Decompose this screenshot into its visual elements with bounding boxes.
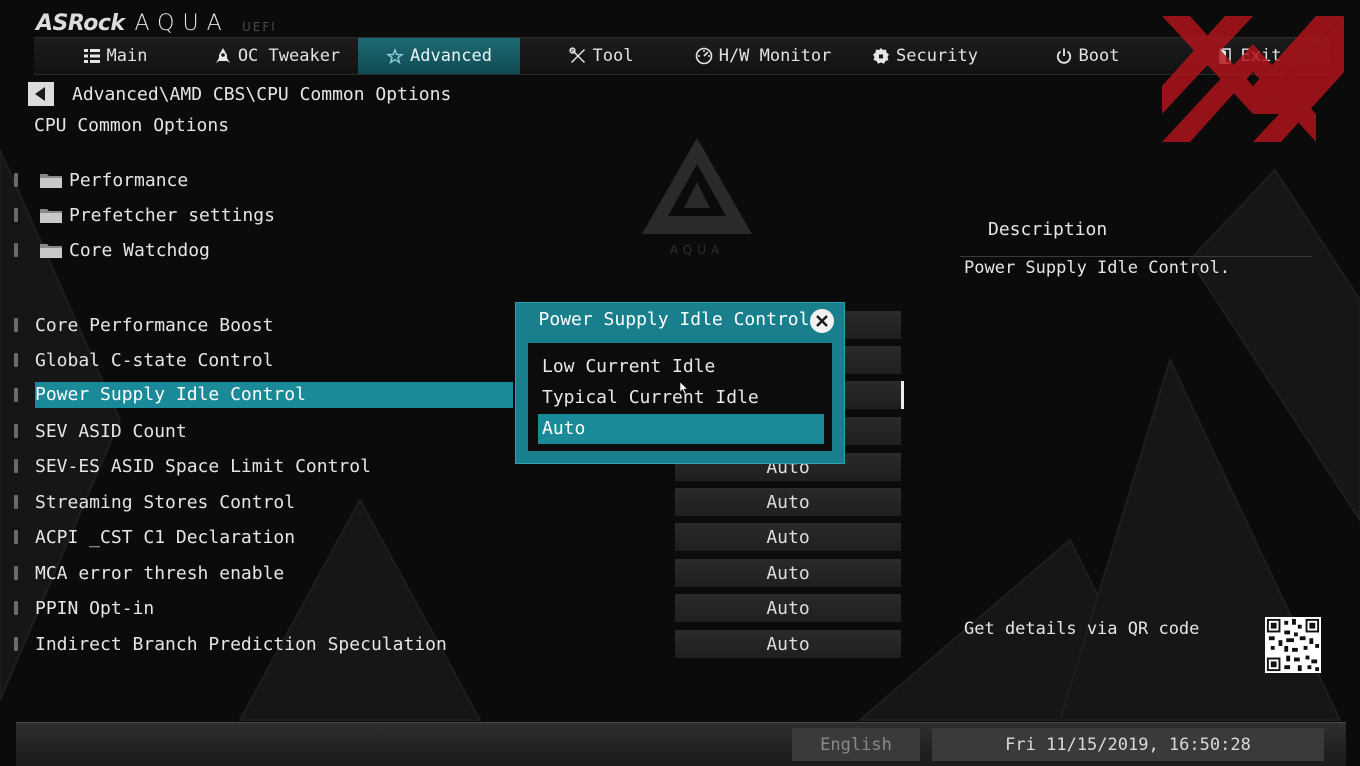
setting-label: Power Supply Idle Control xyxy=(35,382,513,408)
popup-option-list: Low Current Idle Typical Current Idle Au… xyxy=(528,343,832,451)
submenu-label: Prefetcher settings xyxy=(69,204,275,226)
setting-label: SEV ASID Count xyxy=(35,420,187,442)
description-text: Power Supply Idle Control. xyxy=(964,258,1231,278)
tab-boot[interactable]: Boot xyxy=(1006,38,1168,74)
row-marker xyxy=(14,173,18,187)
tab-boot-label: Boot xyxy=(1078,46,1120,66)
description-heading: Description xyxy=(988,219,1108,240)
tab-advanced-label: Advanced xyxy=(410,46,492,66)
row-marker xyxy=(14,388,18,402)
submenu-prefetcher-settings[interactable]: Prefetcher settings xyxy=(14,202,514,228)
list-icon xyxy=(83,49,100,63)
submenu-core-watchdog[interactable]: Core Watchdog xyxy=(14,237,514,263)
back-button[interactable] xyxy=(28,82,54,106)
setting-label: Indirect Branch Prediction Speculation xyxy=(35,633,447,655)
row-marker xyxy=(14,530,18,544)
setting-power-supply-idle-control[interactable]: Power Supply Idle Control xyxy=(14,382,514,408)
row-marker xyxy=(14,208,18,222)
row-marker xyxy=(14,243,18,257)
tab-security[interactable]: Security xyxy=(844,38,1006,74)
row-marker xyxy=(14,637,18,651)
tab-hw-monitor-label: H/W Monitor xyxy=(718,46,832,66)
row-marker xyxy=(14,495,18,509)
setting-label: Streaming Stores Control xyxy=(35,491,296,513)
arrow-left-icon xyxy=(35,87,45,101)
qr-code xyxy=(1265,617,1321,673)
xx-watermark-logo xyxy=(1162,16,1344,142)
tab-tool-label: Tool xyxy=(592,46,634,66)
star-icon xyxy=(386,48,405,65)
gauge-icon xyxy=(695,47,713,65)
submenu-label: Performance xyxy=(69,169,189,191)
submenu-label: Core Watchdog xyxy=(69,239,210,261)
rocket-icon xyxy=(215,48,230,63)
svg-text:AQUA: AQUA xyxy=(670,243,724,256)
folder-icon xyxy=(40,244,62,258)
row-marker xyxy=(14,601,18,615)
row-marker xyxy=(14,318,18,332)
tab-tool[interactable]: Tool xyxy=(520,38,682,74)
language-button[interactable]: English xyxy=(792,728,920,761)
tab-main-label: Main xyxy=(106,46,148,66)
row-marker xyxy=(14,424,18,438)
setting-label: SEV-ES ASID Space Limit Control xyxy=(35,455,371,477)
setting-sev-asid-count[interactable]: SEV ASID Count xyxy=(14,418,514,444)
tab-oc-tweaker[interactable]: OC Tweaker xyxy=(196,38,358,74)
setting-ppin-opt-in[interactable]: PPIN Opt-in xyxy=(14,595,514,621)
setting-sev-es-asid-space-limit-control[interactable]: SEV-ES ASID Space Limit Control xyxy=(14,453,514,479)
tab-advanced[interactable]: Advanced xyxy=(358,38,520,74)
row-marker xyxy=(14,566,18,580)
close-icon xyxy=(816,315,828,327)
setting-acpi-cst-c1-declaration[interactable]: ACPI _CST C1 Declaration xyxy=(14,524,514,550)
setting-global-c-state-control[interactable]: Global C-state Control xyxy=(14,347,514,373)
value-mca-error-thresh-enable[interactable]: Auto xyxy=(675,559,901,587)
qr-code-caption: Get details via QR code xyxy=(964,619,1200,639)
main-tab-bar: Main OC Tweaker Advanced Tool H/W Monito… xyxy=(34,37,1330,75)
asrock-logo: ASRock xyxy=(36,11,125,36)
brand-header: ASRock AQUA UEFI xyxy=(36,6,275,36)
popup-close-button[interactable] xyxy=(810,309,834,333)
option-low-current-idle[interactable]: Low Current Idle xyxy=(540,352,715,382)
shield-icon xyxy=(873,48,890,64)
date-time-display: Fri 11/15/2019, 16:50:28 xyxy=(932,728,1324,761)
setting-indirect-branch-prediction-speculation[interactable]: Indirect Branch Prediction Speculation xyxy=(14,631,514,657)
setting-label: Global C-state Control xyxy=(35,349,274,371)
row-marker xyxy=(14,459,18,473)
setting-label: Core Performance Boost xyxy=(35,314,274,336)
description-divider xyxy=(960,256,1312,257)
value-indirect-branch-prediction-speculation[interactable]: Auto xyxy=(675,630,901,658)
setting-label: PPIN Opt-in xyxy=(35,597,155,619)
page-title: CPU Common Options xyxy=(34,115,230,136)
tools-icon xyxy=(568,47,585,63)
uefi-label: UEFI xyxy=(242,20,277,34)
setting-core-performance-boost[interactable]: Core Performance Boost xyxy=(14,312,514,338)
submenu-performance[interactable]: Performance xyxy=(14,167,514,193)
setting-streaming-stores-control[interactable]: Streaming Stores Control xyxy=(14,489,514,515)
tab-oc-tweaker-label: OC Tweaker xyxy=(237,46,341,66)
setting-label: MCA error thresh enable xyxy=(35,562,285,584)
folder-icon xyxy=(40,209,62,223)
folder-icon xyxy=(40,174,62,188)
option-typical-current-idle[interactable]: Typical Current Idle xyxy=(540,383,759,413)
aqua-logo: AQUA xyxy=(134,11,230,36)
tab-security-label: Security xyxy=(896,46,978,66)
value-streaming-stores-control[interactable]: Auto xyxy=(675,488,901,516)
setting-label: ACPI _CST C1 Declaration xyxy=(35,526,296,548)
mouse-cursor-icon xyxy=(680,382,688,394)
power-icon xyxy=(1056,48,1071,64)
aqua-watermark-logo: AQUA xyxy=(642,138,752,256)
tab-main[interactable]: Main xyxy=(34,38,196,74)
value-acpi-cst-c1-declaration[interactable]: Auto xyxy=(675,523,901,551)
setting-mca-error-thresh-enable[interactable]: MCA error thresh enable xyxy=(14,560,514,586)
tab-hw-monitor[interactable]: H/W Monitor xyxy=(682,38,844,74)
row-marker xyxy=(14,353,18,367)
option-auto[interactable]: Auto xyxy=(538,414,824,444)
popup-title: Power Supply Idle Control xyxy=(538,309,810,330)
breadcrumb: Advanced\AMD CBS\CPU Common Options xyxy=(72,84,452,105)
value-ppin-opt-in[interactable]: Auto xyxy=(675,594,901,622)
